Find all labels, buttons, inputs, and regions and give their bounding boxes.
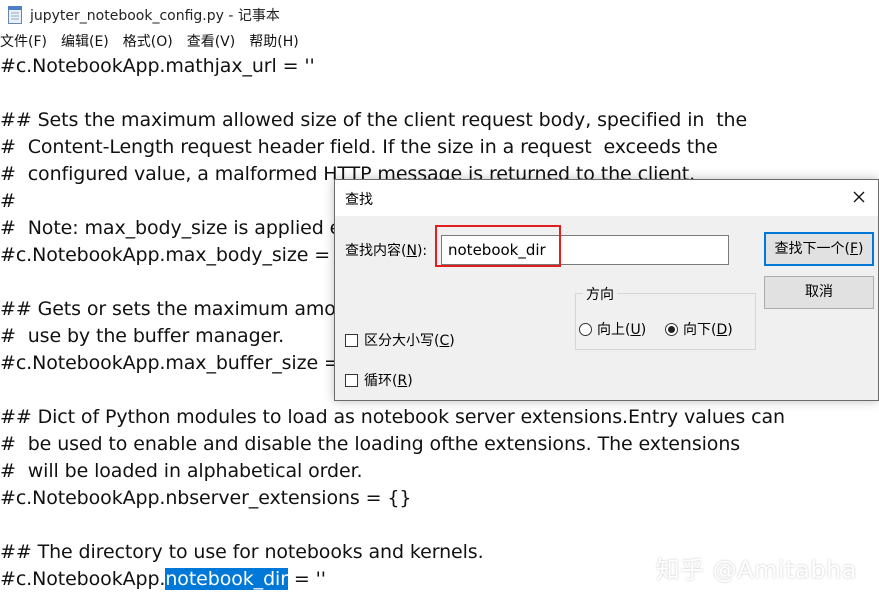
match-case-key: C <box>439 333 450 349</box>
menu-format[interactable]: 格式(O) <box>116 31 180 51</box>
match-case-label: 区分大小写(C) <box>364 330 455 350</box>
wrap-around-label: 循环(R) <box>364 370 413 390</box>
match-case-suffix: ) <box>449 333 455 349</box>
watermark: 知乎 @Amitabha <box>655 556 857 584</box>
wrap-around-checkbox[interactable]: 循环(R) <box>345 370 413 390</box>
window-title: jupyter_notebook_config.py - 记事本 <box>30 8 280 24</box>
match-case-prefix: 区分大小写( <box>364 333 440 349</box>
radio-up-circle[interactable] <box>579 322 592 336</box>
editor-line: #c.NotebookApp.nbserver_extensions = {} <box>0 487 412 509</box>
notepad-icon <box>8 6 22 24</box>
direction-label: 方向 <box>583 284 617 304</box>
radio-down-key: D <box>716 322 728 338</box>
find-label-key: N <box>406 243 417 259</box>
find-label-suffix: ): <box>416 243 428 259</box>
radio-up-suffix: ) <box>640 322 647 338</box>
wrap-key: R <box>397 373 408 389</box>
find-dialog: 查找 查找内容(N): 查找下一个(F) 取消 方向 向上(U) 向下(D) 区… <box>334 179 879 401</box>
radio-up-prefix: 向上( <box>597 322 631 338</box>
radio-down-suffix: ) <box>727 322 733 338</box>
radio-up-key: U <box>630 322 641 338</box>
editor-line: ## Sets the maximum allowed size of the … <box>0 109 748 131</box>
find-label-prefix: 查找内容( <box>345 243 407 259</box>
editor-line: # use by the buffer manager. <box>0 325 285 347</box>
editor-line: # <box>0 190 16 212</box>
radio-up[interactable]: 向上(U) <box>579 319 646 339</box>
match-case-checkbox[interactable]: 区分大小写(C) <box>345 330 455 350</box>
wrap-prefix: 循环( <box>364 373 398 389</box>
radio-up-label: 向上(U) <box>597 319 646 339</box>
editor-line: # will be loaded in alphabetical order. <box>0 460 363 482</box>
menu-edit[interactable]: 编辑(E) <box>54 31 116 51</box>
line-prefix: #c.NotebookApp. <box>0 568 166 590</box>
line-suffix: = '' <box>287 568 326 590</box>
editor-line: ## The directory to use for notebooks an… <box>0 541 484 563</box>
menu-bar: 文件(F) 编辑(E) 格式(O) 查看(V) 帮助(H) <box>0 30 879 52</box>
menu-view[interactable]: 查看(V) <box>180 31 243 51</box>
selected-text[interactable]: notebook_dir <box>165 568 288 590</box>
find-label: 查找内容(N): <box>345 240 427 260</box>
close-icon[interactable] <box>848 186 870 208</box>
find-next-suffix: ) <box>858 241 864 257</box>
editor-line: #c.NotebookApp.mathjax_url = '' <box>0 55 315 77</box>
match-case-box[interactable] <box>345 333 358 347</box>
cancel-button[interactable]: 取消 <box>764 276 874 309</box>
window-titlebar[interactable]: jupyter_notebook_config.py - 记事本 <box>0 0 879 30</box>
find-next-prefix: 查找下一个( <box>774 241 850 257</box>
dialog-titlebar[interactable]: 查找 <box>335 180 878 216</box>
find-next-key: F <box>849 241 859 257</box>
find-next-button[interactable]: 查找下一个(F) <box>764 232 874 266</box>
editor-line-selected: #c.NotebookApp.notebook_dir = '' <box>0 566 326 593</box>
find-input[interactable] <box>441 235 729 265</box>
dialog-title: 查找 <box>345 192 373 208</box>
radio-down[interactable]: 向下(D) <box>665 319 733 339</box>
editor-line: # Content-Length request header field. I… <box>0 136 718 158</box>
radio-down-prefix: 向下( <box>683 322 717 338</box>
radio-down-circle[interactable] <box>665 322 678 336</box>
wrap-suffix: ) <box>407 373 413 389</box>
radio-down-label: 向下(D) <box>683 319 733 339</box>
editor-line: # be used to enable and disable the load… <box>0 433 741 455</box>
wrap-around-box[interactable] <box>345 373 358 387</box>
menu-help[interactable]: 帮助(H) <box>242 31 305 51</box>
menu-file[interactable]: 文件(F) <box>0 31 54 51</box>
editor-line: ## Dict of Python modules to load as not… <box>0 406 785 428</box>
